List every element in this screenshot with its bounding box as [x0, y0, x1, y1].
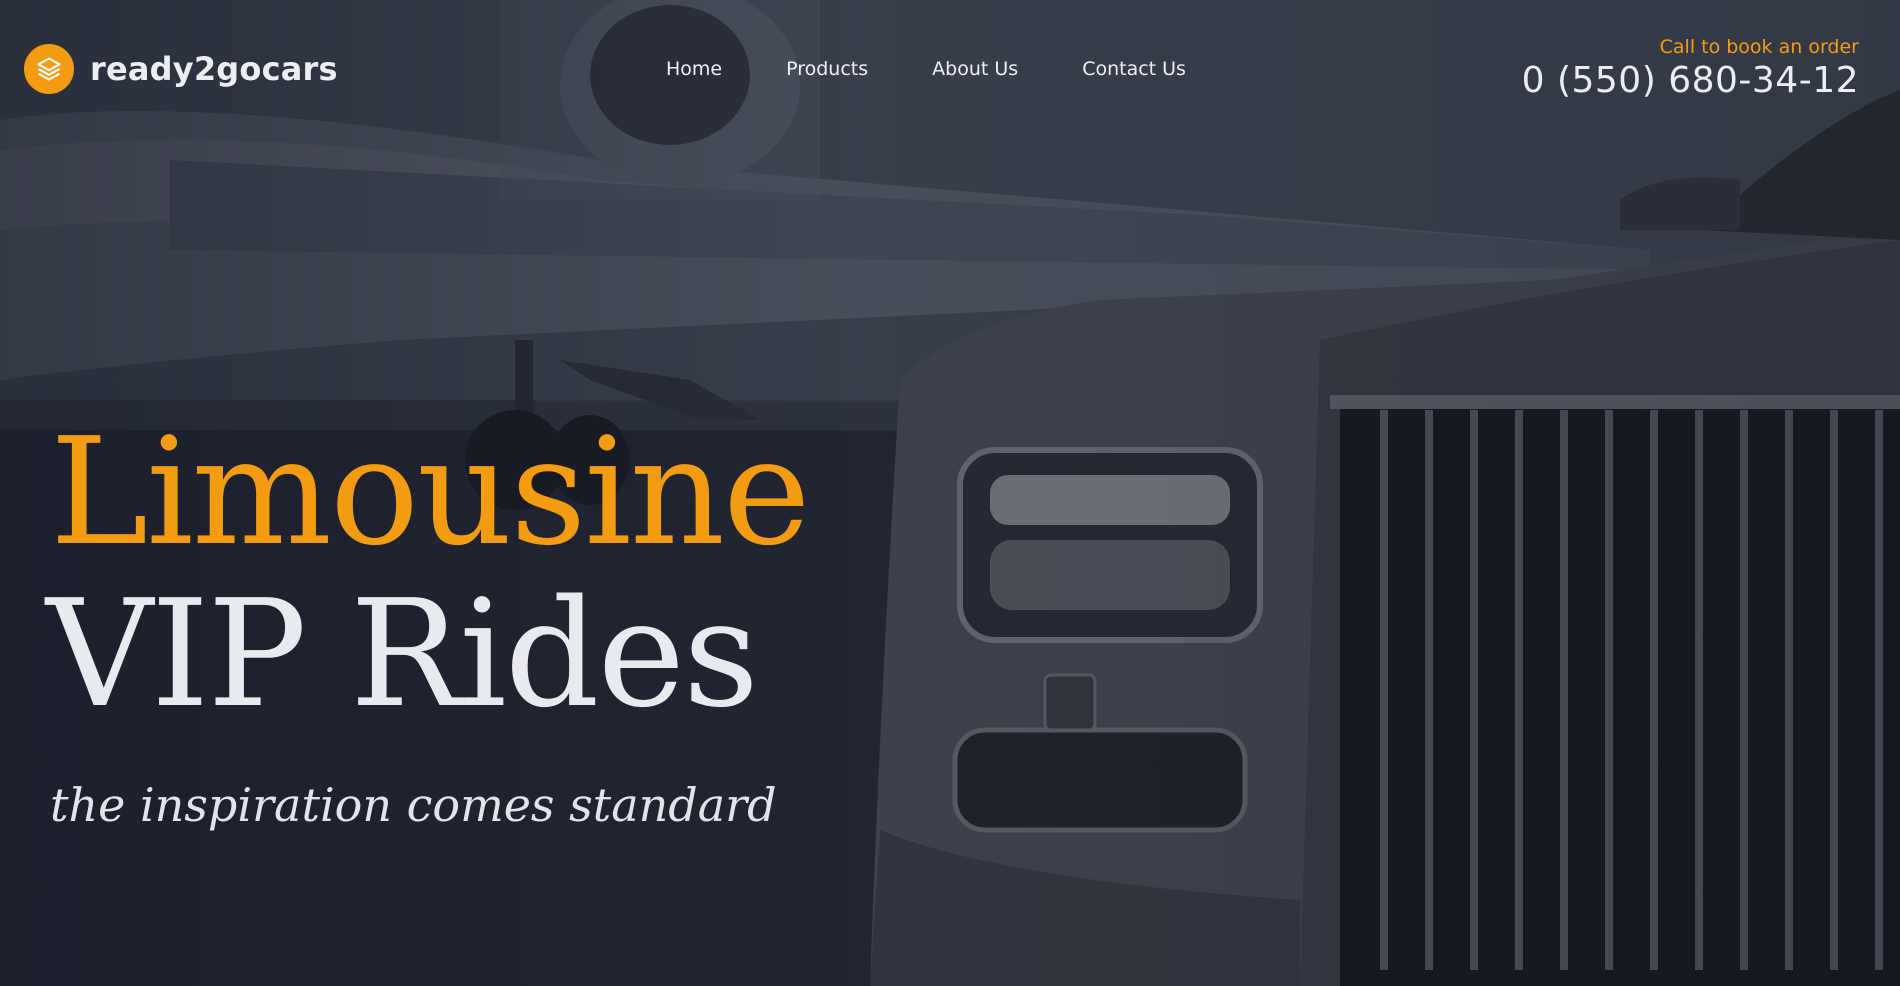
main-nav: Home Products About Us Contact Us [666, 58, 1186, 80]
nav-link-about-us[interactable]: About Us [932, 58, 1018, 80]
booking-contact: Call to book an order 0 (550) 680-34-12 [1522, 36, 1859, 101]
brand-logo[interactable]: ready2gocars [24, 44, 338, 94]
hero-section: ready2gocars Home Products About Us Cont… [0, 0, 1900, 986]
call-to-book-label: Call to book an order [1659, 36, 1859, 58]
layers-icon [24, 44, 74, 94]
nav-link-contact-us[interactable]: Contact Us [1082, 58, 1186, 80]
hero-tagline: the inspiration comes standard [50, 778, 777, 832]
hero-headline-primary: Limousine [50, 406, 811, 578]
nav-link-products[interactable]: Products [786, 58, 868, 80]
hero-headline-secondary: VIP Rides [46, 568, 759, 740]
nav-link-home[interactable]: Home [666, 58, 722, 80]
brand-name: ready2gocars [90, 50, 338, 88]
phone-number-link[interactable]: 0 (550) 680-34-12 [1522, 60, 1859, 101]
